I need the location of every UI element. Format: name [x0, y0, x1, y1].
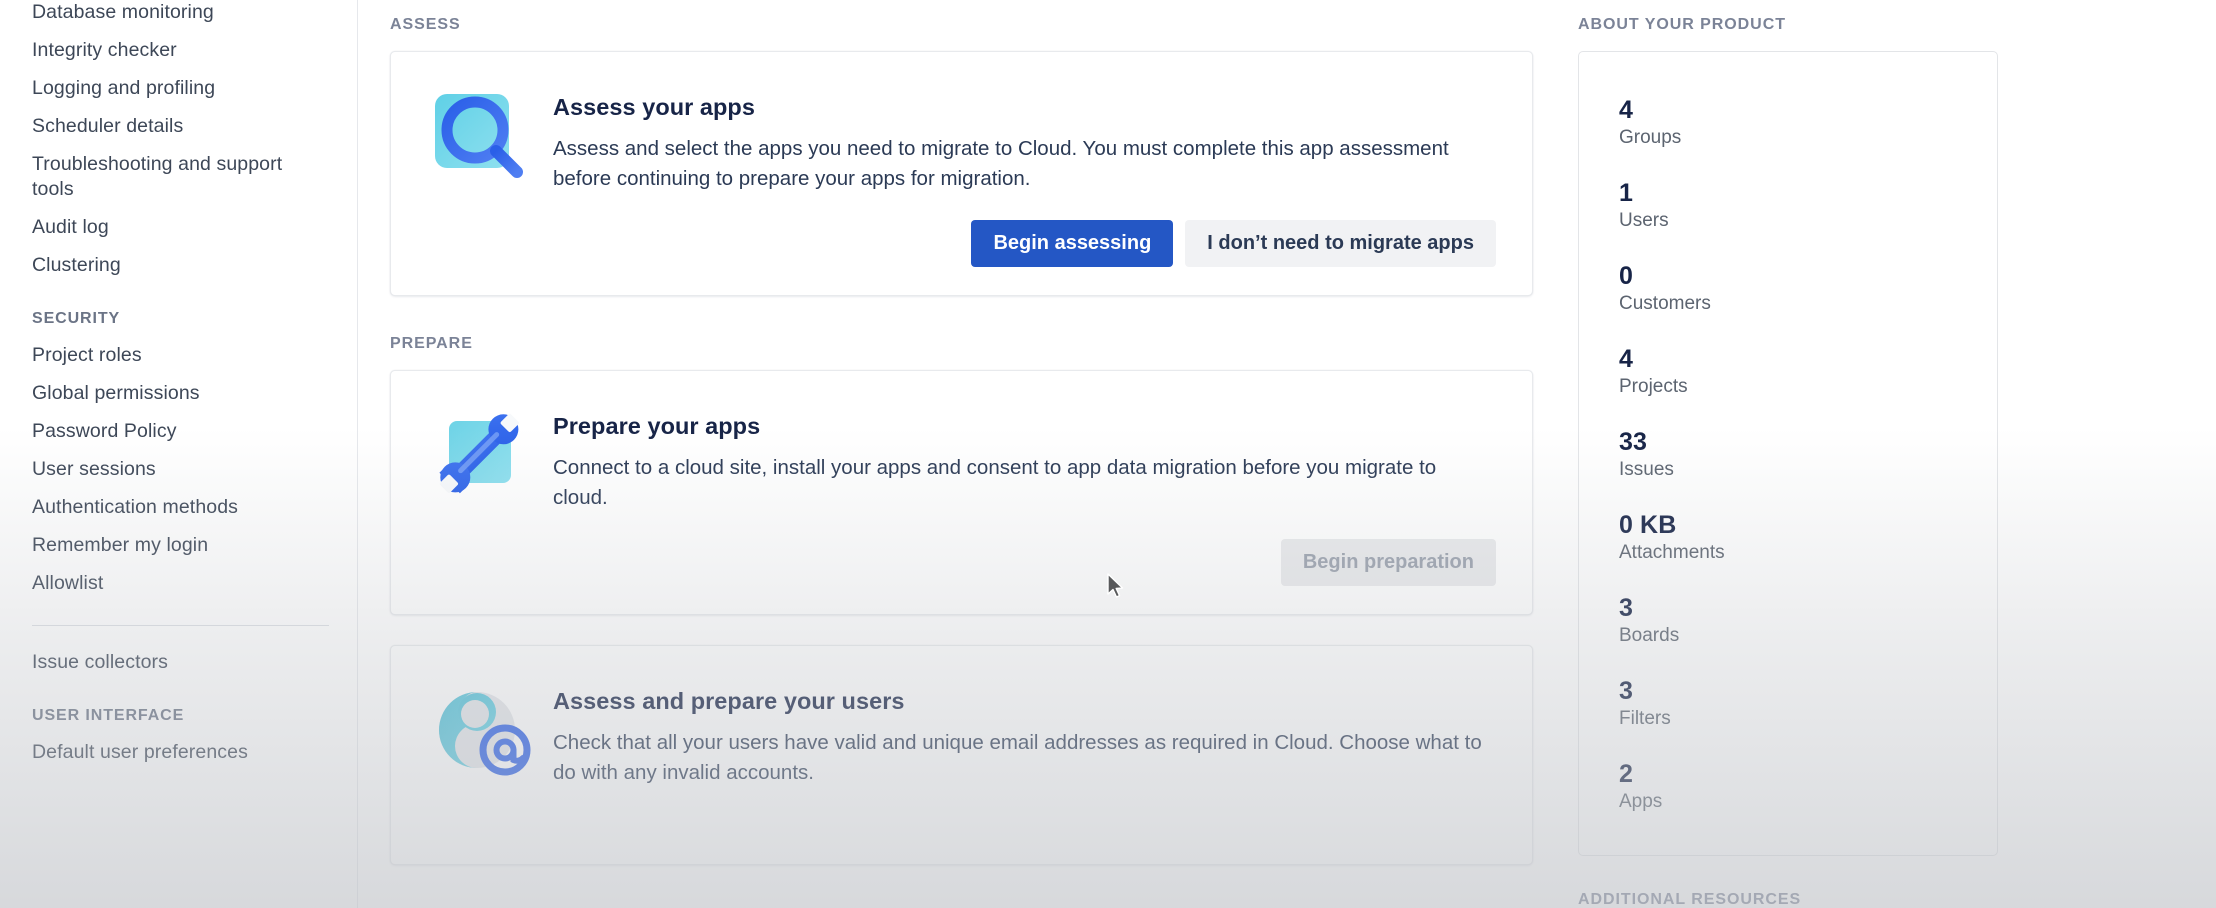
stat-users: 1 Users — [1619, 179, 1957, 234]
sidebar-item-label: Troubleshooting and support tools — [32, 153, 282, 200]
card-title: Assess and prepare your users — [553, 686, 1496, 716]
sidebar-item-label: Authentication methods — [32, 496, 238, 518]
stat-value: 0 — [1619, 262, 1957, 290]
migration-content: ASSESS — [358, 0, 1570, 865]
stat-value: 4 — [1619, 345, 1957, 373]
magnifying-glass-icon — [427, 90, 537, 186]
sidebar-item-clustering[interactable]: Clustering — [32, 247, 329, 285]
sidebar-item-database-monitoring[interactable]: Database monitoring — [32, 0, 329, 32]
sidebar-section-user-interface: USER INTERFACE — [32, 682, 329, 734]
stat-label: Issues — [1619, 457, 1957, 483]
stat-apps: 2 Apps — [1619, 760, 1957, 815]
stat-groups: 4 Groups — [1619, 96, 1957, 151]
sidebar-item-label: Audit log — [32, 216, 109, 238]
sidebar-item-troubleshooting-and-support-tools[interactable]: Troubleshooting and support tools — [32, 146, 329, 209]
stat-label: Projects — [1619, 374, 1957, 400]
sidebar-content: Database monitoring Integrity checker Lo… — [0, 0, 357, 772]
card-description: Assess and select the apps you need to m… — [553, 134, 1496, 194]
card-title: Assess your apps — [553, 92, 1496, 122]
card-text: Assess your apps Assess and select the a… — [553, 90, 1496, 194]
sidebar-item-label: Database monitoring — [32, 1, 214, 23]
stat-value: 2 — [1619, 760, 1957, 788]
settings-sidebar: Database monitoring Integrity checker Lo… — [0, 0, 358, 908]
stat-label: Filters — [1619, 706, 1957, 732]
sidebar-item-label: Integrity checker — [32, 39, 177, 61]
card-body: Prepare your apps Connect to a cloud sit… — [427, 409, 1496, 513]
card-title: Prepare your apps — [553, 411, 1496, 441]
section-label-assess: ASSESS — [390, 0, 1533, 35]
stat-value: 0 KB — [1619, 511, 1957, 539]
sidebar-item-label: Scheduler details — [32, 115, 183, 137]
stat-label: Customers — [1619, 291, 1957, 317]
right-panel-content: ABOUT YOUR PRODUCT 4 Groups 1 Users 0 Cu… — [1570, 0, 2216, 908]
stat-value: 33 — [1619, 428, 1957, 456]
stat-projects: 4 Projects — [1619, 345, 1957, 400]
stat-value: 3 — [1619, 677, 1957, 705]
sidebar-item-default-user-preferences[interactable]: Default user preferences — [32, 734, 329, 772]
assess-and-prepare-users-card: Assess and prepare your users Check that… — [390, 645, 1533, 865]
sidebar-item-remember-my-login[interactable]: Remember my login — [32, 527, 329, 565]
stat-attachments: 0 KB Attachments — [1619, 511, 1957, 566]
stat-value: 4 — [1619, 96, 1957, 124]
card-description: Connect to a cloud site, install your ap… — [553, 453, 1496, 513]
sidebar-item-label: Clustering — [32, 254, 121, 276]
migration-main-column: ASSESS — [358, 0, 1570, 908]
stat-label: Attachments — [1619, 540, 1957, 566]
sidebar-section-security: SECURITY — [32, 285, 329, 337]
sidebar-item-global-permissions[interactable]: Global permissions — [32, 375, 329, 413]
card-actions: Begin preparation — [427, 539, 1496, 586]
sidebar-item-label: Global permissions — [32, 382, 200, 404]
sidebar-item-authentication-methods[interactable]: Authentication methods — [32, 489, 329, 527]
about-your-product-panel: ABOUT YOUR PRODUCT 4 Groups 1 Users 0 Cu… — [1570, 0, 2216, 908]
no-migrate-apps-button[interactable]: I don’t need to migrate apps — [1185, 220, 1496, 267]
sidebar-item-label: Remember my login — [32, 534, 208, 556]
prepare-your-apps-card: Prepare your apps Connect to a cloud sit… — [390, 370, 1533, 615]
sidebar-item-logging-and-profiling[interactable]: Logging and profiling — [32, 70, 329, 108]
card-actions: Begin assessing I don’t need to migrate … — [427, 220, 1496, 267]
product-stats-card: 4 Groups 1 Users 0 Customers 4 Projects … — [1578, 51, 1998, 856]
sidebar-item-password-policy[interactable]: Password Policy — [32, 413, 329, 451]
stat-label: Groups — [1619, 125, 1957, 151]
settings-page: Database monitoring Integrity checker Lo… — [0, 0, 2216, 908]
card-body: Assess your apps Assess and select the a… — [427, 90, 1496, 194]
sidebar-item-label: Logging and profiling — [32, 77, 215, 99]
stat-label: Boards — [1619, 623, 1957, 649]
stat-value: 3 — [1619, 594, 1957, 622]
sidebar-item-label: User sessions — [32, 458, 156, 480]
assess-your-apps-card: Assess your apps Assess and select the a… — [390, 51, 1533, 296]
stat-filters: 3 Filters — [1619, 677, 1957, 732]
card-text: Assess and prepare your users Check that… — [553, 684, 1496, 788]
card-description: Check that all your users have valid and… — [553, 728, 1496, 788]
sidebar-item-label: Allowlist — [32, 572, 103, 594]
card-text: Prepare your apps Connect to a cloud sit… — [553, 409, 1496, 513]
sidebar-item-scheduler-details[interactable]: Scheduler details — [32, 108, 329, 146]
sidebar-divider — [32, 625, 329, 626]
sidebar-item-project-roles[interactable]: Project roles — [32, 337, 329, 375]
begin-preparation-button[interactable]: Begin preparation — [1281, 539, 1496, 586]
additional-resources-heading: ADDITIONAL RESOURCES — [1578, 890, 2176, 908]
about-your-product-heading: ABOUT YOUR PRODUCT — [1578, 0, 2176, 35]
sidebar-item-allowlist[interactable]: Allowlist — [32, 565, 329, 603]
sidebar-item-issue-collectors[interactable]: Issue collectors — [32, 644, 329, 682]
sidebar-item-label: Password Policy — [32, 420, 177, 442]
user-at-icon — [427, 684, 537, 780]
sidebar-item-user-sessions[interactable]: User sessions — [32, 451, 329, 489]
sidebar-item-integrity-checker[interactable]: Integrity checker — [32, 32, 329, 70]
sidebar-item-label: Project roles — [32, 344, 142, 366]
stat-issues: 33 Issues — [1619, 428, 1957, 483]
section-label-prepare: PREPARE — [390, 296, 1533, 354]
stat-boards: 3 Boards — [1619, 594, 1957, 649]
stat-customers: 0 Customers — [1619, 262, 1957, 317]
stat-value: 1 — [1619, 179, 1957, 207]
stat-label: Users — [1619, 208, 1957, 234]
sidebar-item-label: Issue collectors — [32, 651, 168, 673]
card-body: Assess and prepare your users Check that… — [427, 684, 1496, 788]
begin-assessing-button[interactable]: Begin assessing — [971, 220, 1173, 267]
card-actions — [427, 814, 1496, 836]
sidebar-item-audit-log[interactable]: Audit log — [32, 209, 329, 247]
sidebar-item-label: Default user preferences — [32, 741, 248, 763]
wrench-icon — [427, 409, 537, 505]
stat-label: Apps — [1619, 789, 1957, 815]
